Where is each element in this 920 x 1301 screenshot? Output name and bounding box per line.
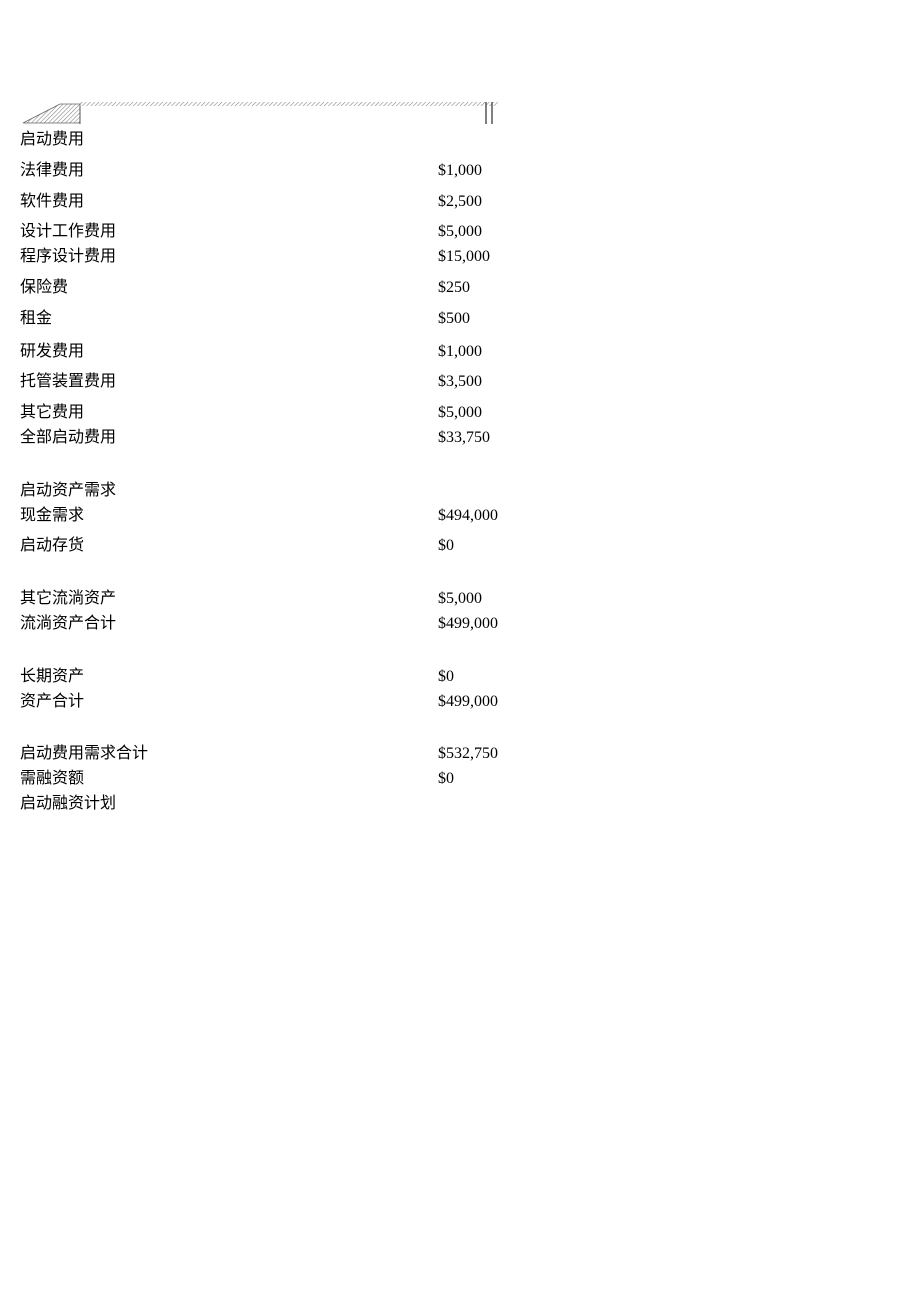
item-value: $3,500	[438, 370, 500, 395]
item-label: 资产合计	[20, 690, 438, 715]
header-label: 启动资产需求	[20, 479, 438, 504]
item-label: 流淌资产合计	[20, 612, 438, 637]
table-row: 设计工作费用 $5,000	[20, 220, 500, 245]
section-header-startup-assets: 启动资产需求	[20, 479, 500, 504]
item-value: $0	[438, 534, 500, 559]
item-label: 其它费用	[20, 401, 438, 426]
item-value: $0	[438, 665, 500, 690]
table-row: 长期资产 $0	[20, 665, 500, 690]
item-label: 租金	[20, 307, 438, 332]
item-label: 长期资产	[20, 665, 438, 690]
item-value: $15,000	[438, 245, 500, 270]
item-label: 现金需求	[20, 504, 438, 529]
item-value: $5,000	[438, 220, 500, 245]
table-row: 托管装置费用 $3,500	[20, 370, 500, 395]
item-label: 启动融资计划	[20, 792, 438, 817]
item-label: 软件费用	[20, 190, 438, 215]
item-value	[438, 792, 500, 817]
table-row: 保险费 $250	[20, 276, 500, 301]
item-label: 法律费用	[20, 159, 438, 184]
table-row: 软件费用 $2,500	[20, 190, 500, 215]
tab-separator	[20, 100, 500, 126]
item-value: $532,750	[438, 742, 500, 767]
item-label: 保险费	[20, 276, 438, 301]
item-label: 启动存货	[20, 534, 438, 559]
item-value: $250	[438, 276, 500, 301]
table-row: 租金 $500	[20, 307, 500, 332]
item-value: $500	[438, 307, 500, 332]
item-label: 全部启动费用	[20, 426, 438, 451]
item-value: $1,000	[438, 340, 500, 365]
table-row: 其它费用 $5,000	[20, 401, 500, 426]
item-label: 托管装置费用	[20, 370, 438, 395]
item-value: $0	[438, 767, 500, 792]
header-label: 启动费用	[20, 128, 438, 153]
item-label: 程序设计费用	[20, 245, 438, 270]
table-row: 其它流淌资产 $5,000	[20, 587, 500, 612]
table-row: 法律费用 $1,000	[20, 159, 500, 184]
table-row: 研发费用 $1,000	[20, 340, 500, 365]
table-row: 程序设计费用 $15,000	[20, 245, 500, 270]
table-row: 现金需求 $494,000	[20, 504, 500, 529]
table-row: 需融资额 $0	[20, 767, 500, 792]
financial-table: 启动费用 法律费用 $1,000 软件费用 $2,500 设计工作费用 $5,0…	[20, 100, 500, 817]
item-value: $5,000	[438, 587, 500, 612]
section-header-startup-expenses: 启动费用	[20, 128, 500, 153]
item-value: $33,750	[438, 426, 500, 451]
item-label: 研发费用	[20, 340, 438, 365]
item-label: 启动费用需求合计	[20, 742, 438, 767]
item-label: 其它流淌资产	[20, 587, 438, 612]
item-value: $494,000	[438, 504, 500, 529]
item-value: $1,000	[438, 159, 500, 184]
item-value: $5,000	[438, 401, 500, 426]
item-value: $499,000	[438, 612, 500, 637]
item-label: 需融资额	[20, 767, 438, 792]
table-row: 流淌资产合计 $499,000	[20, 612, 500, 637]
item-label: 设计工作费用	[20, 220, 438, 245]
table-row: 启动存货 $0	[20, 534, 500, 559]
table-row: 启动费用需求合计 $532,750	[20, 742, 500, 767]
item-value: $499,000	[438, 690, 500, 715]
table-row: 资产合计 $499,000	[20, 690, 500, 715]
table-row: 全部启动费用 $33,750	[20, 426, 500, 451]
table-row: 启动融资计划	[20, 792, 500, 817]
item-value: $2,500	[438, 190, 500, 215]
